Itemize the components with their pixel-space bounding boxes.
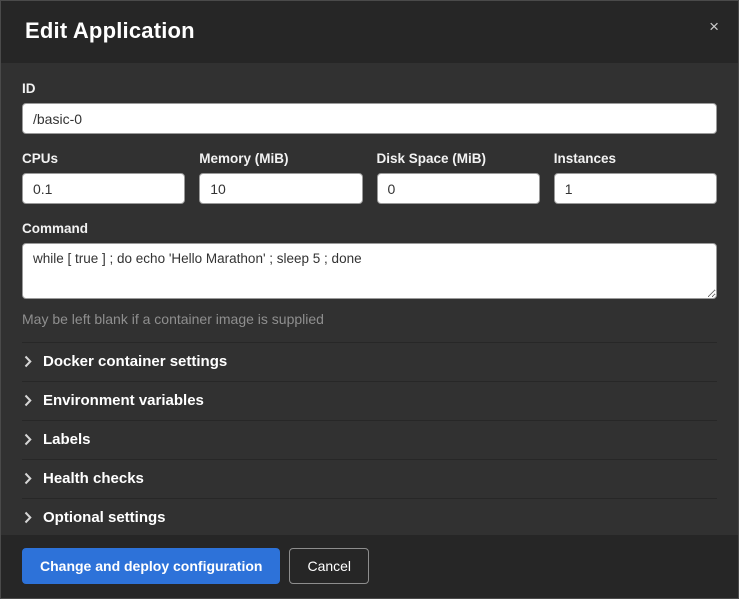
chevron-right-icon xyxy=(24,394,32,407)
modal-footer: Change and deploy configuration Cancel xyxy=(1,535,738,598)
close-icon[interactable]: × xyxy=(705,14,723,39)
resources-row: CPUs Memory (MiB) Disk Space (MiB) Insta… xyxy=(22,151,717,204)
cpus-input[interactable] xyxy=(22,173,185,204)
memory-label: Memory (MiB) xyxy=(199,151,362,166)
command-help-text: May be left blank if a container image i… xyxy=(22,311,717,327)
section-label: Docker container settings xyxy=(43,353,227,370)
chevron-right-icon xyxy=(24,511,32,524)
section-environment-variables[interactable]: Environment variables xyxy=(22,381,717,420)
instances-input[interactable] xyxy=(554,173,717,204)
chevron-right-icon xyxy=(24,355,32,368)
modal-title: Edit Application xyxy=(25,18,714,44)
id-input[interactable] xyxy=(22,103,717,134)
instances-label: Instances xyxy=(554,151,717,166)
cancel-button[interactable]: Cancel xyxy=(289,548,369,584)
memory-input[interactable] xyxy=(199,173,362,204)
section-label: Labels xyxy=(43,431,91,448)
command-textarea[interactable]: while [ true ] ; do echo 'Hello Marathon… xyxy=(22,243,717,299)
section-optional-settings[interactable]: Optional settings xyxy=(22,498,717,535)
chevron-right-icon xyxy=(24,472,32,485)
change-and-deploy-button[interactable]: Change and deploy configuration xyxy=(22,548,280,584)
modal-header: Edit Application × xyxy=(1,1,738,63)
id-label: ID xyxy=(22,81,717,96)
section-label: Health checks xyxy=(43,470,144,487)
cpus-label: CPUs xyxy=(22,151,185,166)
modal-body: ID CPUs Memory (MiB) Disk Space (MiB) In… xyxy=(1,63,738,535)
section-label: Optional settings xyxy=(43,509,166,526)
section-labels[interactable]: Labels xyxy=(22,420,717,459)
memory-field-group: Memory (MiB) xyxy=(199,151,362,204)
id-field-group: ID xyxy=(22,81,717,134)
command-field-group: Command while [ true ] ; do echo 'Hello … xyxy=(22,221,717,327)
command-label: Command xyxy=(22,221,717,236)
disk-field-group: Disk Space (MiB) xyxy=(377,151,540,204)
disk-label: Disk Space (MiB) xyxy=(377,151,540,166)
instances-field-group: Instances xyxy=(554,151,717,204)
section-docker-container-settings[interactable]: Docker container settings xyxy=(22,342,717,381)
collapsible-sections: Docker container settings Environment va… xyxy=(22,342,717,535)
edit-application-modal: Edit Application × ID CPUs Memory (MiB) … xyxy=(0,0,739,599)
section-health-checks[interactable]: Health checks xyxy=(22,459,717,498)
disk-input[interactable] xyxy=(377,173,540,204)
chevron-right-icon xyxy=(24,433,32,446)
section-label: Environment variables xyxy=(43,392,204,409)
cpus-field-group: CPUs xyxy=(22,151,185,204)
